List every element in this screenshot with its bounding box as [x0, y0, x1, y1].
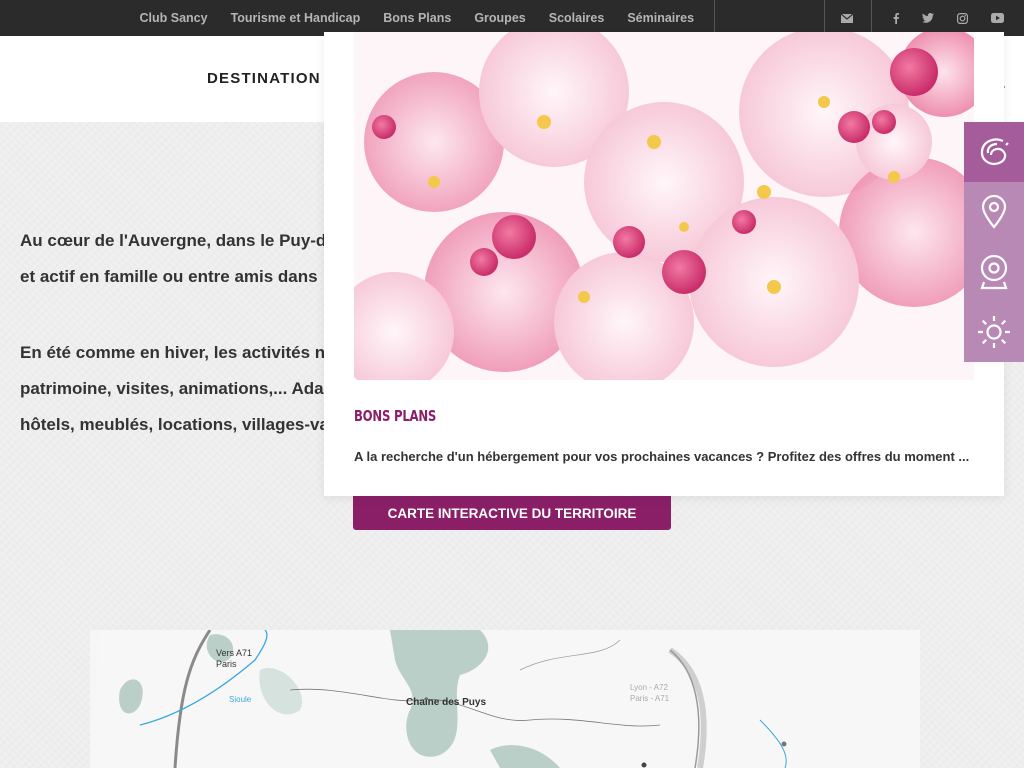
instagram-icon[interactable]: [952, 0, 972, 36]
map-label: Vers A71: [216, 648, 252, 658]
map-label: Paris: [216, 659, 237, 669]
top-nav: Club Sancy Tourisme et Handicap Bons Pla…: [128, 0, 706, 36]
top-nav-club-sancy[interactable]: Club Sancy: [128, 11, 219, 25]
map-label: Sioule: [229, 695, 252, 704]
top-nav-tourisme-handicap[interactable]: Tourisme et Handicap: [219, 11, 372, 25]
cherry-blossom-photo[interactable]: [354, 32, 974, 380]
territory-map[interactable]: Vers A71 Paris Sioule Chaîne des Puys Ly…: [60, 630, 920, 768]
card-title[interactable]: BONS PLANS: [354, 407, 436, 425]
divider: [714, 0, 715, 36]
map-town: [641, 762, 647, 768]
brand-logo-icon[interactable]: [964, 122, 1024, 182]
map-label: Paris - A71: [630, 694, 670, 703]
bons-plans-dropdown-card[interactable]: BONS PLANS A la recherche d'un hébergeme…: [324, 32, 1004, 496]
top-nav-groupes[interactable]: Groupes: [463, 11, 537, 25]
twitter-icon[interactable]: [918, 0, 938, 36]
facebook-icon[interactable]: [886, 0, 906, 36]
card-description: A la recherche d'un hébergement pour vos…: [354, 449, 970, 464]
top-nav-seminaires[interactable]: Séminaires: [616, 11, 706, 25]
map-label: Lyon - A72: [630, 683, 669, 692]
map-label: Chaîne des Puys: [406, 697, 486, 708]
map-town: [781, 741, 787, 747]
sun-icon[interactable]: [964, 302, 1024, 362]
intro-text-line: et actif en famille ou entre amis dans: [20, 267, 318, 286]
envelope-icon[interactable]: [834, 0, 860, 36]
nav-destination[interactable]: DESTINATION: [207, 70, 321, 87]
top-nav-bons-plans[interactable]: Bons Plans: [372, 11, 463, 25]
intro-text-line: hôtels, meublés, locations, villages-va: [20, 415, 329, 434]
top-nav-scolaires[interactable]: Scolaires: [537, 11, 616, 25]
map-pin-icon[interactable]: [964, 182, 1024, 242]
intro-text-line: En été comme en hiver, les activités ne: [20, 343, 335, 362]
right-sidebar: [964, 122, 1024, 362]
divider: [824, 0, 825, 36]
youtube-icon[interactable]: [986, 0, 1008, 36]
webcam-icon[interactable]: [964, 242, 1024, 302]
top-bar: Club Sancy Tourisme et Handicap Bons Pla…: [0, 0, 1024, 36]
intro-text-line: patrimoine, visites, animations,... Adap: [20, 379, 334, 398]
divider: [871, 0, 872, 36]
intro-text-line: Au cœur de l'Auvergne, dans le Puy-de: [20, 231, 336, 250]
